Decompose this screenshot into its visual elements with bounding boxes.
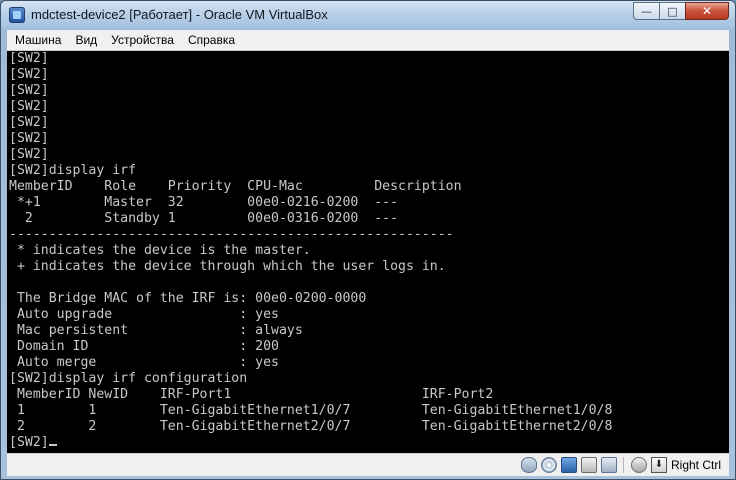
console-line: MemberID Role Priority CPU-Mac Descripti… — [9, 179, 462, 194]
title-bar[interactable]: mdctest-device2 [Работает] - Oracle VM V… — [1, 1, 735, 29]
maximize-button[interactable]: □ — [659, 2, 685, 20]
console-line: The Bridge MAC of the IRF is: 00e0-0200-… — [9, 291, 367, 306]
window-controls: — □ ✕ — [633, 2, 729, 21]
console-output: [SW2] [SW2] [SW2] [SW2] [SW2] [SW2] [SW2… — [7, 51, 729, 451]
optical-drive-icon[interactable] — [540, 457, 557, 473]
console-line: ----------------------------------------… — [9, 227, 454, 242]
minimize-button[interactable]: — — [633, 2, 659, 20]
menu-devices[interactable]: Устройства — [105, 30, 180, 50]
hdd-icon[interactable] — [520, 457, 537, 473]
host-key-icon: ⬇ — [650, 457, 667, 473]
console-line: 2 2 Ten-GigabitEthernet2/0/7 Ten-Gigabit… — [9, 419, 613, 434]
console-line: [SW2]display irf configuration — [9, 371, 248, 386]
menu-view[interactable]: Вид — [69, 30, 103, 50]
mouse-integration-icon[interactable] — [630, 457, 647, 473]
console-line: [SW2] — [9, 115, 49, 130]
console-line: [SW2] — [9, 147, 49, 162]
console-line: 2 Standby 1 00e0-0316-0200 --- — [9, 211, 399, 226]
console-line: [SW2] — [9, 67, 49, 82]
virtualbox-window: mdctest-device2 [Работает] - Oracle VM V… — [0, 0, 736, 480]
close-button[interactable]: ✕ — [685, 2, 729, 20]
status-icons: ⬇ Right Ctrl — [517, 456, 725, 474]
menu-bar: Машина Вид Устройства Справка — [7, 30, 729, 51]
network-icon[interactable] — [560, 457, 577, 473]
host-key-label: Right Ctrl — [670, 458, 721, 472]
console-line: [SW2] — [9, 83, 49, 98]
console-line: [SW2]display irf — [9, 163, 137, 178]
virtualbox-app-icon — [9, 7, 25, 23]
text-cursor — [48, 444, 57, 446]
status-separator — [622, 457, 624, 473]
usb-icon[interactable] — [580, 457, 597, 473]
console-line: + indicates the device through which the… — [9, 259, 446, 274]
console-line: * indicates the device is the master. — [9, 243, 311, 258]
vm-console-screen[interactable]: [SW2] [SW2] [SW2] [SW2] [SW2] [SW2] [SW2… — [7, 51, 729, 453]
status-bar: ⬇ Right Ctrl — [7, 453, 729, 476]
console-line: [SW2] — [9, 131, 49, 146]
console-line: Auto upgrade : yes — [9, 307, 279, 322]
console-line: MemberID NewID IRF-Port1 IRF-Port2 — [9, 387, 494, 402]
console-line: Auto merge : yes — [9, 355, 279, 370]
console-line: *+1 Master 32 00e0-0216-0200 --- — [9, 195, 399, 210]
console-line: Domain ID : 200 — [9, 339, 279, 354]
shared-folder-icon[interactable] — [600, 457, 617, 473]
console-line: [SW2] — [9, 99, 49, 114]
console-line: Mac persistent : always — [9, 323, 303, 338]
console-line: [SW2] — [9, 51, 49, 66]
console-prompt: [SW2] — [9, 435, 49, 450]
window-title: mdctest-device2 [Работает] - Oracle VM V… — [31, 7, 328, 22]
menu-help[interactable]: Справка — [182, 30, 241, 50]
menu-machine[interactable]: Машина — [9, 30, 67, 50]
console-line: 1 1 Ten-GigabitEthernet1/0/7 Ten-Gigabit… — [9, 403, 613, 418]
